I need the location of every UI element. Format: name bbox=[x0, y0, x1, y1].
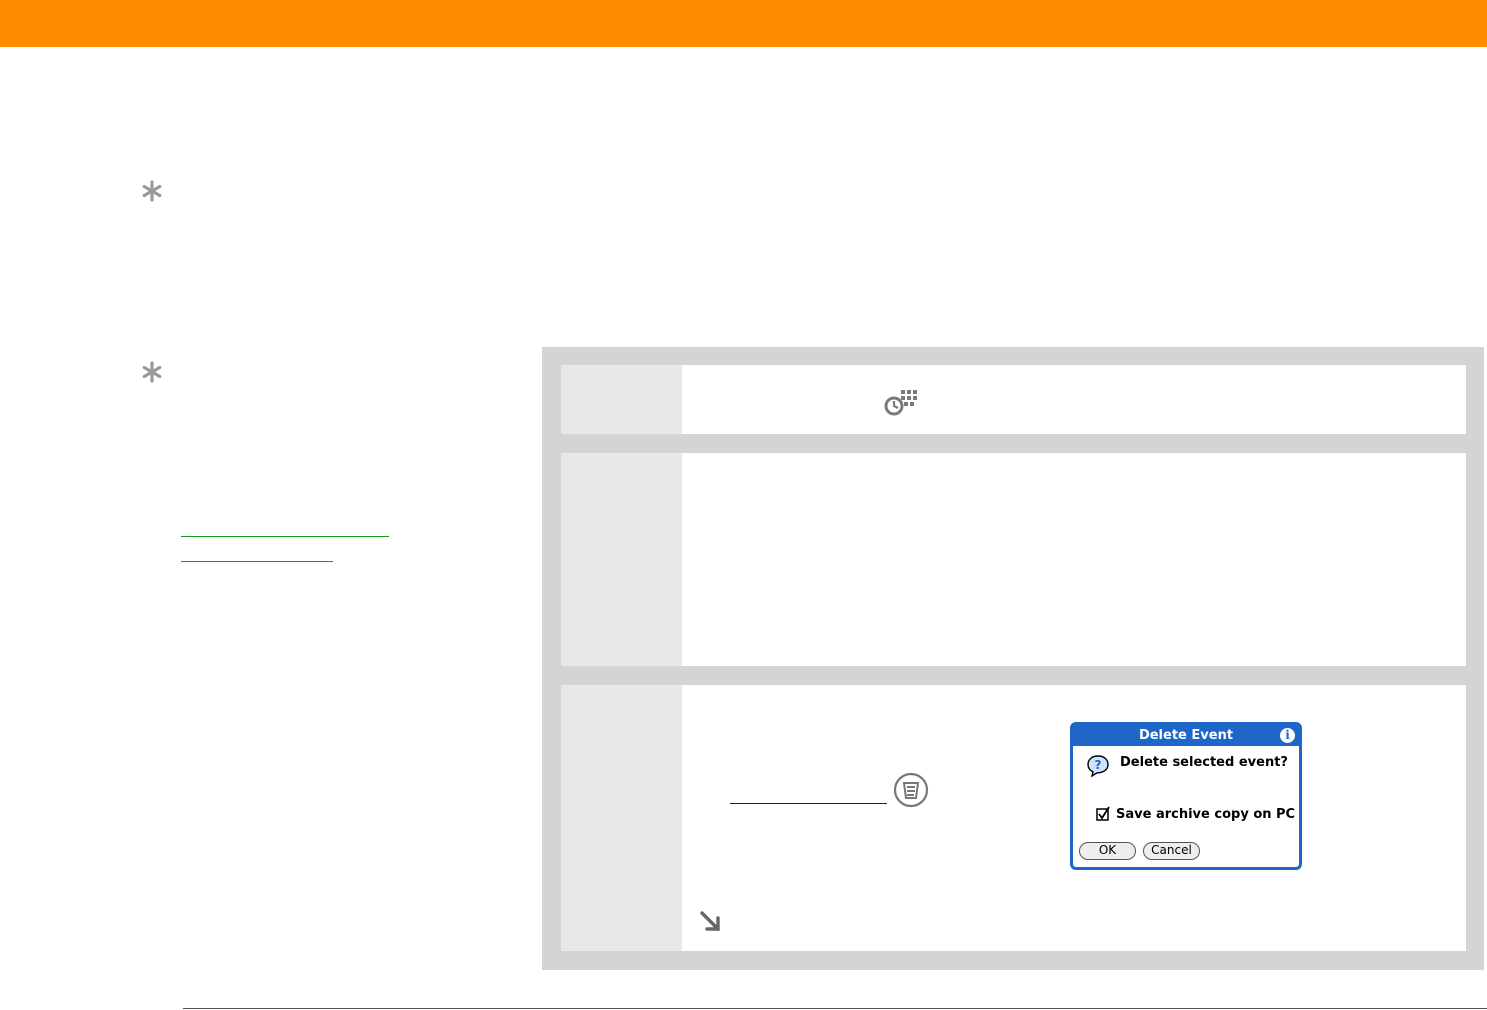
step-number-cell bbox=[561, 365, 682, 434]
manual-page: Delete Event i ? Delete selected event? … bbox=[0, 0, 1487, 1010]
tip-asterisk-icon bbox=[141, 180, 163, 202]
footer-rule bbox=[183, 1008, 1487, 1009]
menu-icon bbox=[893, 772, 929, 808]
arrow-down-right-icon bbox=[698, 909, 724, 935]
tip-asterisk-icon bbox=[141, 361, 163, 383]
sidebar-link[interactable] bbox=[181, 561, 333, 562]
menu-link[interactable] bbox=[730, 803, 887, 804]
step-row-2 bbox=[561, 453, 1466, 666]
step-number-cell bbox=[561, 685, 682, 951]
ok-button[interactable]: OK bbox=[1079, 842, 1136, 860]
dialog-title: Delete Event bbox=[1073, 725, 1299, 746]
save-archive-checkbox[interactable] bbox=[1096, 805, 1112, 821]
svg-text:?: ? bbox=[1095, 758, 1102, 772]
dialog-message: Delete selected event? bbox=[1120, 755, 1288, 770]
step-row-3 bbox=[561, 685, 1466, 951]
step-number-cell bbox=[561, 453, 682, 666]
cancel-button[interactable]: Cancel bbox=[1143, 842, 1200, 860]
checkbox-label: Save archive copy on PC bbox=[1116, 807, 1296, 822]
header-bar bbox=[0, 0, 1487, 47]
question-icon: ? bbox=[1086, 754, 1110, 778]
sidebar-link[interactable] bbox=[181, 536, 389, 537]
calendar-clock-icon bbox=[884, 387, 918, 417]
info-icon[interactable]: i bbox=[1280, 728, 1295, 743]
delete-event-dialog: Delete Event i ? Delete selected event? … bbox=[1070, 722, 1302, 870]
step-row-1 bbox=[561, 365, 1466, 434]
